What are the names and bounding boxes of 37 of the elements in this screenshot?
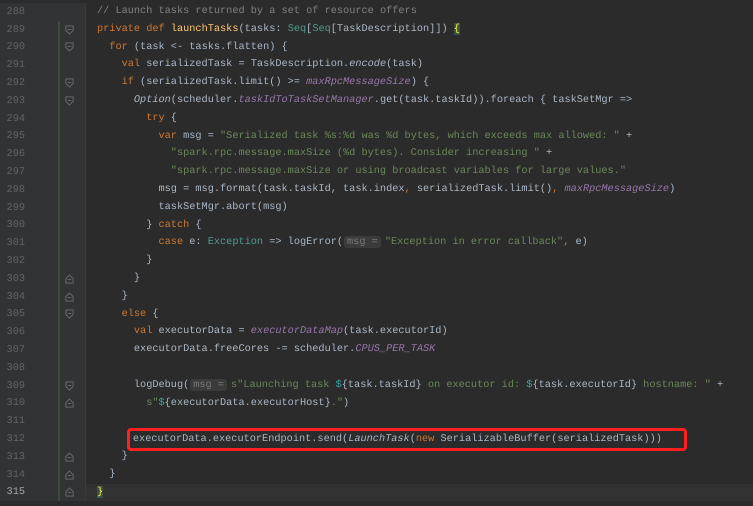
code-line: private def launchTasks(tasks: Seq[Seq[TaskDescription]]) { — [97, 22, 460, 37]
code-line: val serializedTask = TaskDescription.encode(task) — [122, 57, 423, 72]
code-line: var msg = "Serialized task %s:%d was %d bytes, which exceeds max allowed: " + — [158, 128, 632, 144]
code-line: taskSetMgr.abort(msg) — [158, 200, 288, 215]
fold-marker-icon[interactable] — [65, 24, 74, 35]
code-line: logDebug( msg = s"Launching task ${task.taskId} on executor id: ${task.executorId} hostname: " + — [134, 378, 724, 393]
code-line: } — [109, 466, 116, 482]
code-line: else { — [122, 306, 159, 322]
code-line: } — [146, 253, 152, 268]
fold-marker-icon[interactable] — [65, 309, 74, 320]
code-line: "spark.rpc.message.maxSize or using broadcast variables for large values." — [170, 164, 626, 180]
fold-marker-icon[interactable] — [65, 274, 74, 284]
fold-marker-icon[interactable] — [65, 380, 74, 391]
fold-marker-icon[interactable] — [65, 470, 74, 480]
code-line: "spark.rpc.message.maxSize (%d bytes). Consider increasing " + — [170, 146, 552, 162]
fold-marker-icon[interactable] — [65, 96, 74, 106]
fold-marker-icon[interactable] — [65, 78, 74, 88]
code-line: try { — [146, 110, 177, 126]
code-line: for (task <- tasks.flatten) { — [109, 40, 288, 55]
code-line: // Launch tasks returned by a set of resource offers — [97, 4, 417, 19]
code-line: Option(scheduler.taskIdToTaskSetManager.get(task.taskId)).foreach { taskSetMgr => — [134, 92, 632, 108]
fold-marker-icon[interactable] — [65, 42, 74, 52]
fold-marker-icon[interactable] — [65, 398, 74, 408]
fold-marker-icon[interactable] — [65, 487, 74, 498]
fold-marker-icon[interactable] — [65, 292, 74, 302]
code-line: } — [122, 448, 128, 464]
code-line: case e: Exception => logError( msg = "Exception in error callback", e) — [158, 235, 588, 250]
code-line: executorData.freeCores -= scheduler.CPUS_PER_TASK — [134, 342, 436, 358]
code-line: } catch { — [146, 218, 202, 233]
code-line: } — [122, 288, 128, 304]
fold-marker-icon[interactable] — [65, 452, 74, 462]
code-line: msg = msg.format(task.taskId, task.index, serializedTask.limit(), maxRpcMessageSize) — [158, 182, 676, 197]
code-line: val executorData = executorDataMap(task.executorId) — [134, 324, 448, 340]
code-line: if (serializedTask.limit() >= maxRpcMessageSize) { — [122, 75, 430, 90]
code-line: } — [134, 270, 140, 286]
code-line: s"${executorData.executorHost}.") — [146, 396, 350, 411]
line-number: 315 — [6, 486, 25, 498]
